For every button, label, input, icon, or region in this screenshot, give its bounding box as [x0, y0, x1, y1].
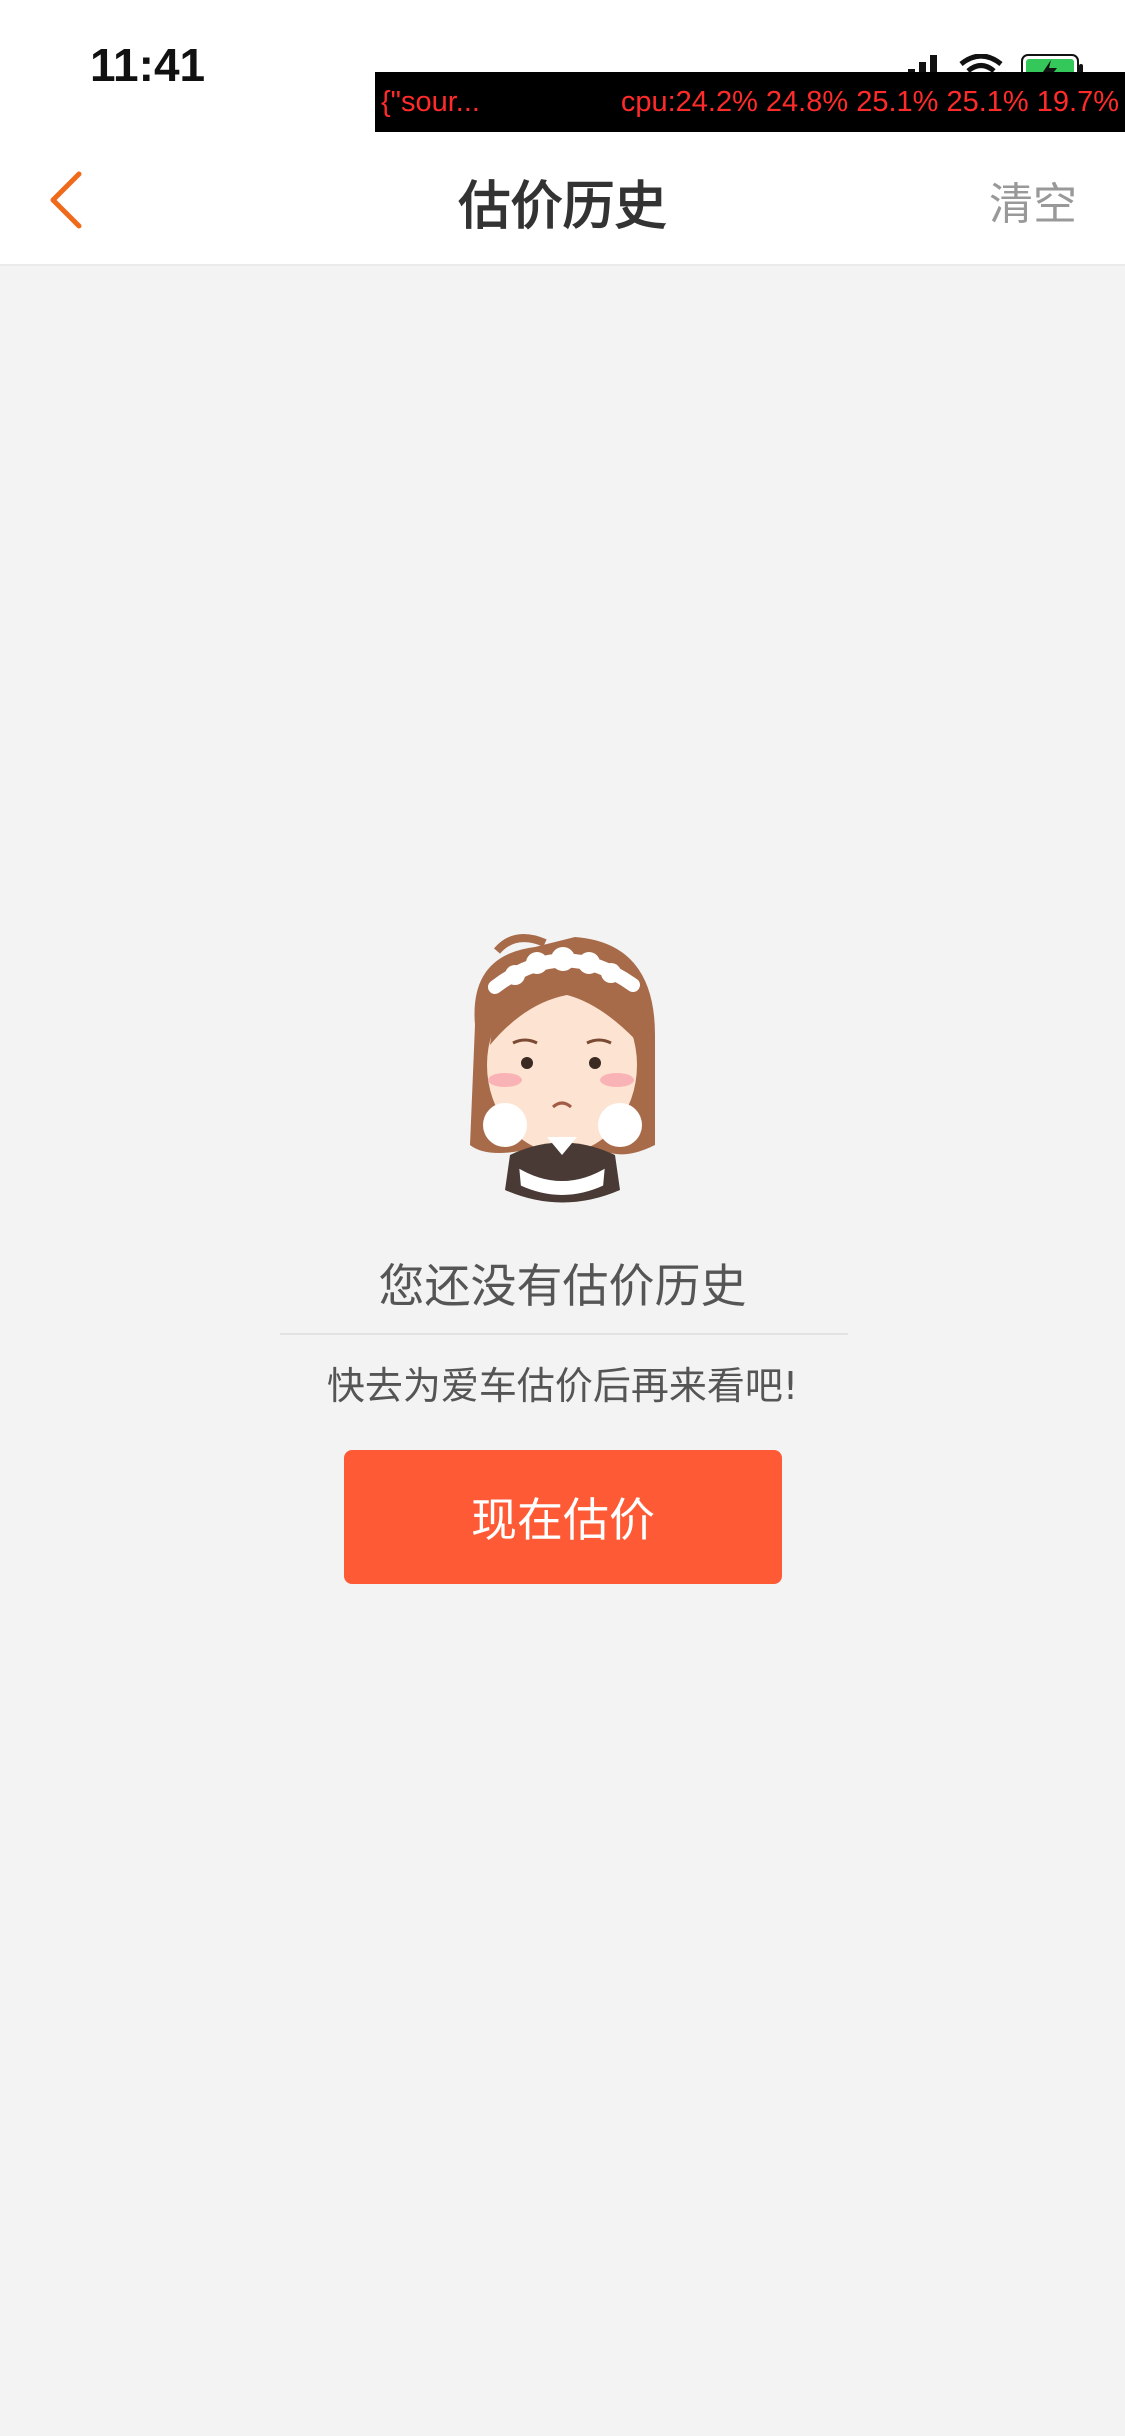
status-time: 11:41	[90, 39, 206, 91]
debug-cpu-text: cpu:24.2% 24.8% 25.1% 25.1% 19.7%	[620, 86, 1119, 118]
empty-state-subtitle: 快去为爱车估价后再来看吧!	[326, 1364, 799, 1408]
page-title: 估价历史	[458, 177, 667, 237]
estimate-now-button[interactable]: 现在估价	[344, 1450, 782, 1584]
debug-source-text: {"sour...	[381, 86, 480, 118]
navigation-bar: 估价历史 清空	[0, 132, 1125, 266]
debug-overlay: {"sour... cpu:24.2% 24.8% 25.1% 25.1% 19…	[375, 72, 1125, 132]
clear-button[interactable]: 清空	[989, 168, 1077, 232]
divider	[280, 1333, 848, 1335]
empty-state-girl-illustration	[470, 934, 655, 1203]
empty-state-title: 您还没有估价历史	[378, 1259, 747, 1313]
